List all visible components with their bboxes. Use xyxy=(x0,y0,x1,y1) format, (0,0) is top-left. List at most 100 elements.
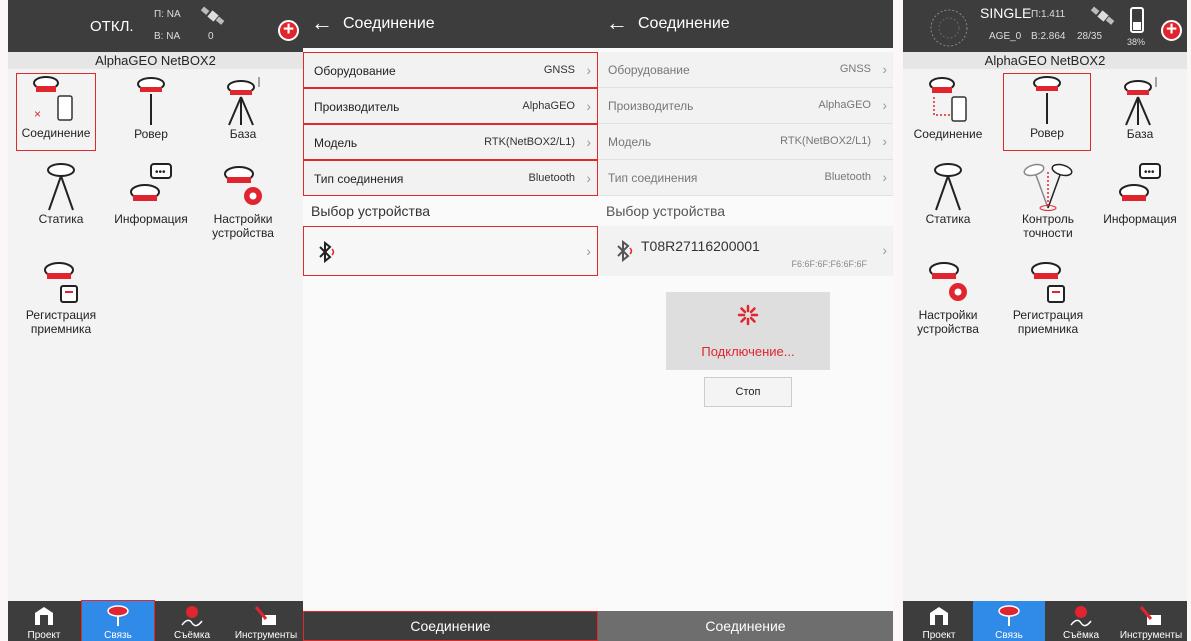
tile-label: Регистрация приемника xyxy=(25,308,97,336)
nav-survey[interactable]: Съёмка xyxy=(156,601,228,641)
header: ← Соединение xyxy=(303,0,598,48)
connect-button[interactable]: Соединение xyxy=(303,611,598,641)
svg-text:•••: ••• xyxy=(155,167,166,178)
device-title: AlphaGEO NetBOX2 xyxy=(8,52,303,69)
registration-receiver-icon xyxy=(1031,262,1065,303)
tile-info[interactable]: ••• Информация xyxy=(1095,162,1185,226)
tile-label: Контроль точности xyxy=(1021,212,1075,240)
section-title: Выбор устройства xyxy=(311,203,431,219)
connection-settings-panel: ← Соединение Оборудование GNSS › Произво… xyxy=(303,0,598,641)
bluetooth-icon xyxy=(319,241,335,263)
status-bar: ОТКЛ. П: NA B: NA 0 + xyxy=(8,0,303,52)
back-arrow-icon[interactable]: ← xyxy=(606,12,628,34)
header-title: Соединение xyxy=(638,15,730,32)
tile-label: Ровер xyxy=(134,127,168,141)
chevron-right-icon: › xyxy=(586,134,591,150)
row-label: Модель xyxy=(314,136,358,150)
base-tripod-icon xyxy=(1124,77,1157,126)
chevron-right-icon: › xyxy=(882,97,887,113)
sky-plot-icon xyxy=(930,9,968,47)
device-mac: F6:6F:6F:F6:6F:6F xyxy=(791,259,867,269)
receiver-phone-icon: × xyxy=(33,76,73,121)
tile-label: Соединение xyxy=(21,126,91,140)
status-sats: 28/35 xyxy=(1077,31,1103,42)
row-label: Производитель xyxy=(608,99,694,113)
status-p: П: NA xyxy=(154,9,181,20)
tile-static[interactable]: Статика xyxy=(16,162,106,226)
static-tripod-icon xyxy=(47,163,75,211)
connecting-text: Подключение... xyxy=(701,344,795,359)
row-connection-type[interactable]: Тип соединения Bluetooth › xyxy=(303,160,598,196)
row-value: RTK(NetBOX2/L1) xyxy=(484,136,575,148)
tile-base[interactable]: База xyxy=(198,75,288,141)
nav-label: Связь xyxy=(995,630,1023,641)
tile-accuracy-control[interactable]: Контроль точности xyxy=(1003,162,1093,240)
status-sats: 0 xyxy=(208,31,214,42)
add-icon[interactable]: + xyxy=(278,20,299,41)
bottom-nav: Проект Связь Съёмка Инструменты xyxy=(8,600,303,641)
bottom-nav: Проект Связь Съёмка Инструменты xyxy=(903,601,1187,641)
bluetooth-icon xyxy=(617,240,633,262)
tile-connection[interactable]: Соединение xyxy=(903,75,993,141)
tile-registration[interactable]: Регистрация приемника xyxy=(1003,258,1093,336)
nav-project[interactable]: Проект xyxy=(903,601,975,641)
tile-label: Информация xyxy=(1103,212,1177,226)
tile-label: Статика xyxy=(38,212,84,226)
status-bar: SINGLE П:1.411 AGE_0 B:2.864 28/35 38% + xyxy=(903,0,1187,52)
tile-label: Статика xyxy=(925,212,971,226)
svg-text:•••: ••• xyxy=(1144,167,1155,178)
nav-tools[interactable]: Инструменты xyxy=(1115,601,1187,641)
row-equipment[interactable]: Оборудование GNSS › xyxy=(598,52,893,88)
tile-label: Настройки устройства xyxy=(917,308,979,336)
row-manufacturer[interactable]: Производитель AlphaGEO › xyxy=(303,88,598,124)
status-b: B:2.864 xyxy=(1031,31,1066,42)
tile-rover[interactable]: Ровер xyxy=(1003,73,1091,151)
row-model[interactable]: Модель RTK(NetBOX2/L1) › xyxy=(598,124,893,160)
tile-base[interactable]: База xyxy=(1095,75,1185,141)
row-value: Bluetooth xyxy=(528,172,575,184)
tile-device-settings[interactable]: Настройки устройства xyxy=(198,162,288,240)
nav-project[interactable]: Проект xyxy=(8,601,80,641)
row-label: Модель xyxy=(608,135,652,149)
row-connection-type[interactable]: Тип соединения Bluetooth › xyxy=(598,160,893,196)
tile-device-settings[interactable]: Настройки устройства xyxy=(903,258,993,336)
nav-label: Съёмка xyxy=(1062,630,1100,641)
survey-pin-icon xyxy=(1070,606,1092,627)
chevron-right-icon: › xyxy=(882,242,887,258)
battery-level: 38% xyxy=(1127,37,1146,47)
row-manufacturer[interactable]: Производитель AlphaGEO › xyxy=(598,88,893,124)
tile-registration[interactable]: Регистрация приемника xyxy=(16,258,106,336)
device-item[interactable]: T08R27116200001 F6:6F:6F:F6:6F:6F › xyxy=(598,226,893,276)
tile-info[interactable]: ••• Информация xyxy=(106,162,196,226)
tile-rover[interactable]: Ровер xyxy=(106,75,196,141)
device-select-row[interactable]: › xyxy=(303,226,598,276)
tile-connection[interactable]: × Соединение xyxy=(16,73,96,151)
section-title: Выбор устройства xyxy=(606,203,726,219)
settings-gear-icon xyxy=(224,166,262,205)
header-title: Соединение xyxy=(343,15,435,32)
static-tripod-icon xyxy=(934,163,962,211)
project-house-icon xyxy=(35,607,53,625)
tile-static[interactable]: Статика xyxy=(903,162,993,226)
nav-tools[interactable]: Инструменты xyxy=(230,601,302,641)
project-house-icon xyxy=(930,607,948,625)
tools-icon xyxy=(254,606,276,625)
tile-label: Соединение xyxy=(913,127,983,141)
accuracy-poles-icon xyxy=(1023,163,1073,211)
chevron-right-icon: › xyxy=(586,243,591,259)
nav-label: Проект xyxy=(922,630,956,641)
chevron-right-icon: › xyxy=(882,133,887,149)
nav-survey[interactable]: Съёмка xyxy=(1045,601,1117,641)
add-icon[interactable]: + xyxy=(1161,20,1182,41)
chevron-right-icon: › xyxy=(586,98,591,114)
row-label: Оборудование xyxy=(608,63,690,77)
nav-connection[interactable]: Связь xyxy=(81,600,155,641)
row-equipment[interactable]: Оборудование GNSS › xyxy=(303,52,598,88)
stop-button[interactable]: Стоп xyxy=(704,377,792,407)
connect-button[interactable]: Соединение xyxy=(598,611,893,641)
registration-receiver-icon xyxy=(44,262,78,303)
back-arrow-icon[interactable]: ← xyxy=(311,12,333,34)
nav-connection[interactable]: Связь xyxy=(973,601,1045,641)
row-model[interactable]: Модель RTK(NetBOX2/L1) › xyxy=(303,124,598,160)
status-mode: SINGLE xyxy=(980,5,1032,21)
